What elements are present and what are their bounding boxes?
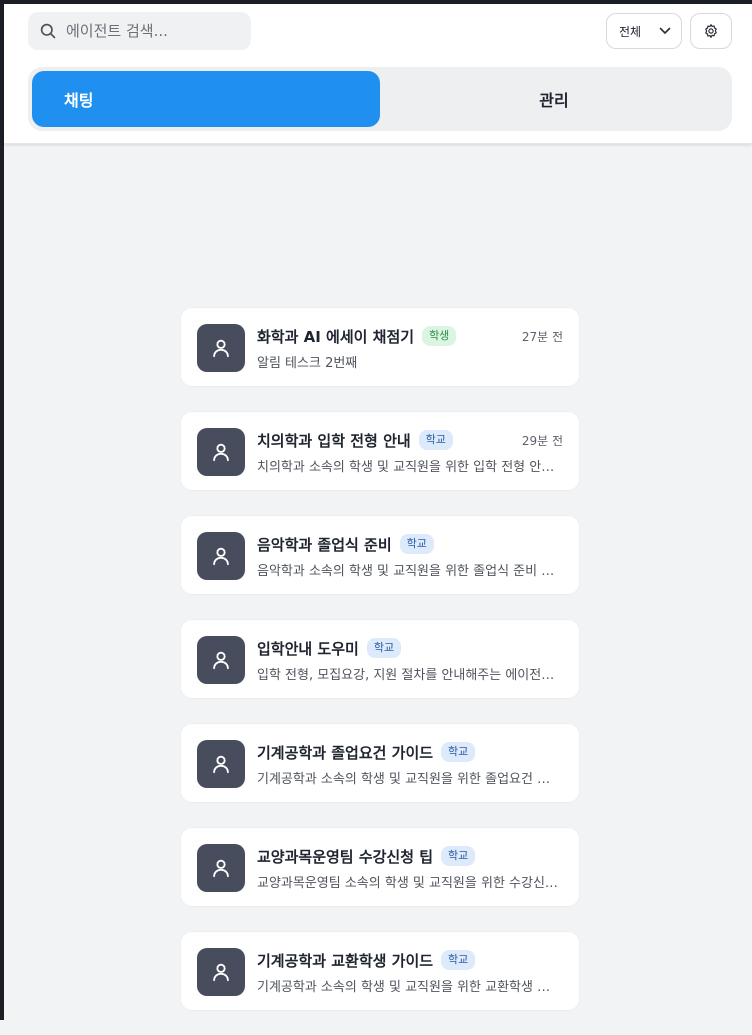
agent-title-row: 화학과 AI 에세이 채점기 학생 27분 전 [257,324,563,348]
avatar [197,740,245,788]
agent-title-row: 기계공학과 졸업요건 가이드 학교 [257,740,563,764]
agent-time: 27분 전 [521,329,563,344]
agent-card[interactable]: 음악학과 졸업식 준비 학교음악학과 소속의 학생 및 교직원을 위한 졸업식 준… [180,515,580,595]
search-icon [40,23,56,39]
agent-badge: 학생 [422,326,457,346]
search-input[interactable] [66,22,236,40]
agent-description: 알림 테스크 2번째 [257,356,358,371]
user-icon [213,547,229,566]
agent-title-row: 교양과목운영팀 수강신청 팁 학교 [257,844,563,868]
agent-card[interactable]: 기계공학과 졸업요건 가이드 학교기계공학과 소속의 학생 및 교직원을 위한 졸… [180,723,580,803]
avatar [197,948,245,996]
user-icon [213,963,229,982]
filter-selected-label: 전체 [619,24,642,39]
user-icon [213,755,229,774]
agent-title-row: 치의학과 입학 전형 안내 학교 29분 전 [257,428,563,452]
agent-title-row: 기계공학과 교환학생 가이드 학교 [257,948,563,972]
search-box[interactable] [28,12,251,50]
settings-button[interactable] [690,13,732,49]
user-icon [213,339,229,358]
agent-description: 입학 전형, 모집요강, 지원 절차를 안내해주는 에이전트입니다. [257,668,561,683]
agent-title-row: 입학안내 도우미 학교 [257,636,563,660]
user-icon [213,651,229,670]
header: 전체 채팅 관리 [4,4,752,144]
agent-name: 입학안내 도우미 [257,639,359,658]
agent-description: 교양과목운영팀 소속의 학생 및 교직원을 위한 수강신청 팁 에이전트입니다. [257,876,561,891]
user-icon [213,859,229,878]
agent-badge: 학교 [366,638,402,658]
agent-badge: 학교 [418,430,453,450]
agent-name: 치의학과 입학 전형 안내 [257,431,411,450]
agent-badge: 학교 [399,534,434,554]
agent-name: 기계공학과 교환학생 가이드 [257,951,434,970]
agent-description: 치의학과 소속의 학생 및 교직원을 위한 입학 전형 안내 에이전트입니다. [257,460,561,475]
agent-name: 화학과 AI 에세이 채점기 [257,327,415,346]
window-frame-left [0,0,4,1020]
avatar [197,844,245,892]
agent-card[interactable]: 기계공학과 교환학생 가이드 학교기계공학과 소속의 학생 및 교직원을 위한 교… [180,931,580,1011]
agent-badge: 학교 [441,742,476,762]
agent-name: 음악학과 졸업식 준비 [257,535,392,554]
agent-badge: 학교 [441,846,476,866]
agent-card[interactable]: 치의학과 입학 전형 안내 학교 29분 전치의학과 소속의 학생 및 교직원을 위… [180,411,580,491]
chevron-down-icon [659,27,671,34]
tab-chat-label: 채팅 [64,91,94,110]
filter-select[interactable]: 전체 [606,13,682,49]
tab-manage[interactable]: 관리 [380,71,728,127]
view-tabs: 채팅 관리 [28,67,732,131]
tab-manage-label: 관리 [539,91,569,110]
agent-name: 교양과목운영팀 수강신청 팁 [257,847,434,866]
tab-chat[interactable]: 채팅 [32,71,380,127]
agent-description: 음악학과 소속의 학생 및 교직원을 위한 졸업식 준비 에이전트입니다. [257,564,561,579]
agent-list: 화학과 AI 에세이 채점기 학생 27분 전알림 테스크 2번째치의학과 입학 전… [180,307,580,1035]
avatar [197,636,245,684]
user-icon [213,443,229,462]
agent-description: 기계공학과 소속의 학생 및 교직원을 위한 교환학생 가이드 에이전트입니다. [257,980,561,995]
agent-description: 기계공학과 소속의 학생 및 교직원을 위한 졸업요건 가이드 에이전트입니다. [257,772,561,787]
agent-card[interactable]: 입학안내 도우미 학교입학 전형, 모집요강, 지원 절차를 안내해주는 에이전트… [180,619,580,699]
avatar [197,428,245,476]
agent-time: 29분 전 [521,433,563,448]
agent-title-row: 음악학과 졸업식 준비 학교 [257,532,563,556]
agent-name: 기계공학과 졸업요건 가이드 [257,743,434,762]
avatar [197,532,245,580]
agent-badge: 학교 [441,950,476,970]
agent-card[interactable]: 교양과목운영팀 수강신청 팁 학교교양과목운영팀 소속의 학생 및 교직원을 위한… [180,827,580,907]
agent-card[interactable]: 화학과 AI 에세이 채점기 학생 27분 전알림 테스크 2번째 [180,307,580,387]
avatar [197,324,245,372]
gear-icon [705,24,717,38]
